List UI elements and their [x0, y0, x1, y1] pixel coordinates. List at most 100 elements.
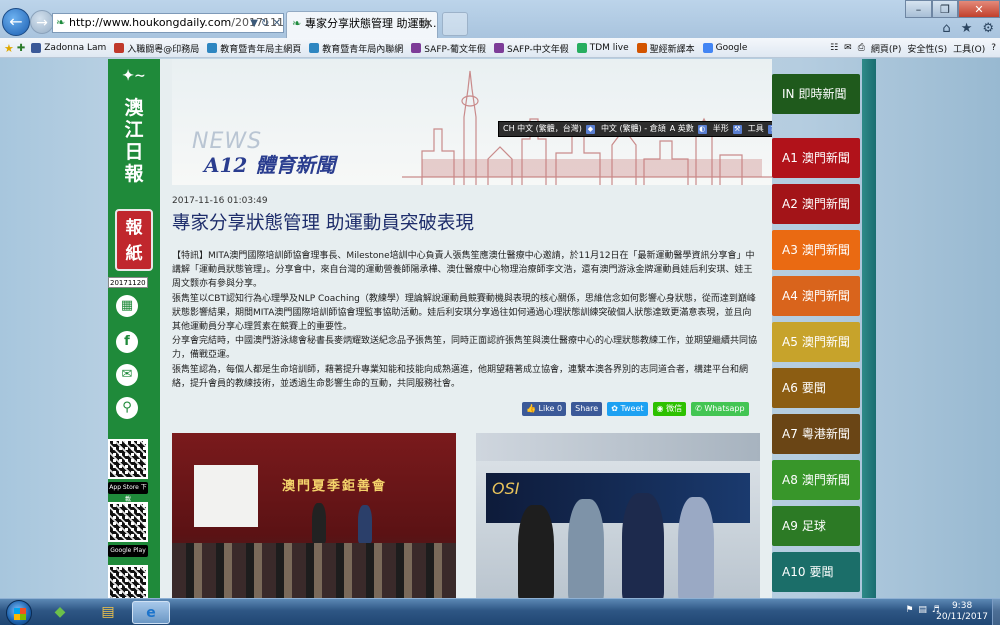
favorite-link[interactable]: SAFP-中文年假 [494, 42, 569, 55]
feeds-icon[interactable]: ☷ [830, 43, 838, 53]
ime-icon: ◆ [585, 124, 595, 134]
favorite-link[interactable]: Google [702, 43, 748, 53]
favorite-link[interactable]: 教育暨青年局主網頁 [207, 42, 301, 55]
favorite-label: SAFP-中文年假 [507, 44, 569, 55]
ime-tools[interactable]: 工具 [748, 122, 764, 136]
print-icon[interactable]: ⎙ [858, 43, 865, 53]
tab-close-icon[interactable]: ✕ [424, 12, 433, 36]
flag-icon[interactable]: ⚑ [905, 605, 913, 615]
evernote-icon[interactable]: ◆ [42, 601, 78, 624]
article-title: 專家分享狀態管理 助運動員突破表現 [172, 213, 474, 234]
forward-button[interactable]: → [30, 10, 54, 34]
date-select[interactable]: 20171120 [108, 277, 148, 288]
favorite-site-icon [207, 43, 218, 53]
projector-screen [194, 465, 258, 527]
start-button[interactable] [6, 600, 32, 625]
help-menu[interactable]: ? [991, 43, 996, 53]
favorite-link[interactable]: 入職闘粵@印務局 [114, 42, 199, 55]
favorite-link[interactable]: SAFP-葡文年假 [411, 42, 486, 55]
back-button[interactable]: ← [2, 8, 30, 36]
article-photo-seminar[interactable]: 澳門夏季鉅善會 [172, 433, 456, 598]
minimize-button[interactable]: – [905, 0, 932, 18]
ime-halfwidth[interactable]: 半形 [713, 122, 729, 136]
app-store-badge[interactable]: App Store 下載 [108, 482, 148, 503]
browser-tab[interactable]: ❧ 專家分享狀態管理 助運動... ✕ [286, 11, 438, 38]
newspaper-button[interactable]: 報 紙 [115, 209, 153, 271]
tweet-button[interactable]: ✿ Tweet [607, 402, 648, 416]
clock-date: 20/11/2017 [936, 612, 988, 622]
settings-gear-icon[interactable]: ⚙ [982, 21, 994, 36]
nav-item-a1[interactable]: A1 澳門新聞 [772, 138, 860, 178]
browser-titlebar: ← → ❧ http://www.houkongdaily.com/201711… [0, 0, 1000, 38]
whatsapp-label: Whatsapp [704, 404, 745, 413]
masthead-logo[interactable]: ✦∼ 澳 江 日 報 [114, 65, 154, 185]
address-tools-icon[interactable]: ▼ ↻ ✕ [250, 15, 281, 32]
favorite-link[interactable]: TDM live [576, 43, 629, 53]
nav-item-label: 要聞 [809, 565, 834, 579]
favorite-link[interactable]: 教育暨青年局內聯網 [309, 42, 403, 55]
favorite-label: Google [715, 43, 748, 53]
nav-item-in[interactable]: IN 即時新聞 [772, 74, 860, 114]
article-date: 2017-11-16 01:03:49 [172, 196, 268, 206]
add-favorite-icon[interactable]: ✚ [17, 43, 25, 54]
windows-logo-icon [14, 608, 26, 620]
ime-mode[interactable]: A 英數 [670, 122, 694, 136]
favorites-icon[interactable]: ★ [4, 42, 14, 55]
nav-item-label: 要聞 [801, 381, 826, 395]
address-bar[interactable]: ❧ http://www.houkongdaily.com/20171116-A… [52, 13, 284, 33]
taskbar-clock[interactable]: 9:38 20/11/2017 [936, 601, 988, 623]
favorite-site-icon [494, 43, 504, 53]
thumbs-up-icon: 👍 [526, 404, 536, 413]
ime-target[interactable]: 中文 (繁體) - 倉頡 [601, 122, 666, 136]
nav-item-a7[interactable]: A7 粵港新聞 [772, 414, 860, 454]
nav-item-a9[interactable]: A9 足球 [772, 506, 860, 546]
nav-item-a8[interactable]: A8 澳門新聞 [772, 460, 860, 500]
nav-item-label: 澳門新聞 [801, 335, 850, 349]
close-window-button[interactable]: ✕ [958, 0, 1000, 18]
wechat-button[interactable]: ◉ 微信 [652, 402, 687, 416]
facebook-icon[interactable]: f [116, 331, 138, 353]
show-desktop-button[interactable] [992, 599, 1000, 625]
browser-right-tools: ⌂ ★ ⚙ [942, 21, 994, 36]
facebook-share-button[interactable]: Share [571, 402, 603, 416]
tools-menu[interactable]: 工具(O) [953, 42, 985, 55]
logo-char: 報 [124, 163, 144, 185]
nav-item-a6[interactable]: A6 要聞 [772, 368, 860, 408]
safety-menu[interactable]: 安全性(S) [907, 42, 947, 55]
nav-item-code: A5 [782, 335, 798, 349]
article-photo-group[interactable]: OSI [476, 433, 760, 598]
favorite-label: 教育暨青年局內聯網 [322, 44, 404, 55]
nav-item-label: 澳門新聞 [801, 243, 850, 257]
person-figure [518, 505, 554, 598]
google-play-badge[interactable]: Google Play [108, 545, 148, 557]
search-icon[interactable]: ⚲ [116, 397, 138, 419]
internet-explorer-icon[interactable]: e [132, 601, 170, 624]
nav-item-a3[interactable]: A3 澳門新聞 [772, 230, 860, 270]
nav-item-label: 即時新聞 [798, 87, 847, 101]
nav-item-a10[interactable]: A10 要聞 [772, 552, 860, 592]
home-icon[interactable]: ⌂ [942, 21, 950, 36]
favorite-label: 聖經新譯本 [649, 44, 695, 55]
page-menu[interactable]: 網頁(P) [871, 42, 901, 55]
calendar-icon[interactable]: ▦ [116, 295, 138, 317]
favorite-link[interactable]: 聖經新譯本 [636, 42, 695, 55]
email-icon[interactable]: ✉ [116, 364, 138, 386]
favorites-star-icon[interactable]: ★ [961, 21, 973, 36]
whatsapp-button[interactable]: ✆ Whatsapp [691, 402, 749, 416]
facebook-like-button[interactable]: 👍 Like 0 [522, 402, 567, 416]
maximize-button[interactable]: ❐ [932, 0, 958, 18]
new-tab-button[interactable] [442, 12, 468, 36]
favorite-label: SAFP-葡文年假 [424, 44, 486, 55]
mail-icon[interactable]: ✉ [844, 43, 852, 53]
nav-item-a2[interactable]: A2 澳門新聞 [772, 184, 860, 224]
ime-lang[interactable]: CH 中文 (繁體，台灣) [503, 122, 582, 136]
newspaper-label-2: 紙 [125, 244, 143, 264]
favorite-link[interactable]: Zadonna Lam [31, 43, 106, 53]
nav-item-code: A2 [782, 197, 798, 211]
url-host: http://www.houkongdaily.com [69, 16, 232, 29]
nav-item-a4[interactable]: A4 澳門新聞 [772, 276, 860, 316]
network-icon[interactable]: ▤ [918, 605, 927, 615]
nav-item-a5[interactable]: A5 澳門新聞 [772, 322, 860, 362]
file-explorer-icon[interactable]: ▤ [90, 601, 126, 624]
photo-banner-text: 澳門夏季鉅善會 [282, 479, 388, 494]
